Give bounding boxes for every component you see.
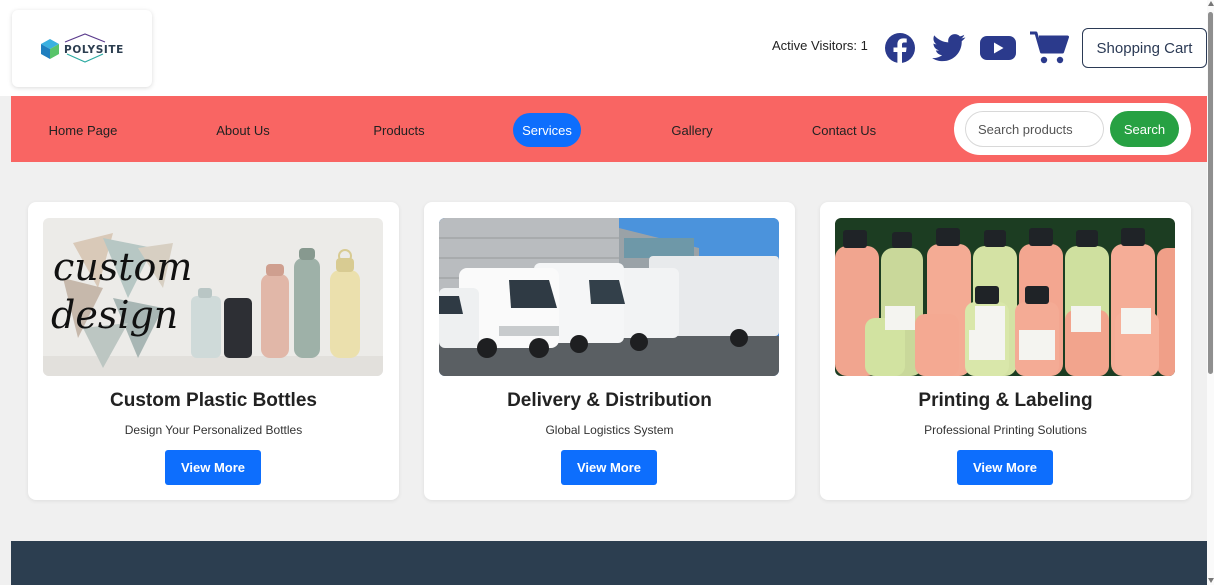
site-header: POLYSITE Active Visitors: 1 Shopping Car…	[0, 0, 1207, 96]
twitter-icon[interactable]	[930, 30, 968, 66]
search-form: Search	[954, 103, 1191, 155]
nav-item-services[interactable]: Services	[513, 113, 581, 147]
logo-inner: POLYSITE	[40, 32, 124, 63]
card-title: Delivery & Distribution	[507, 390, 712, 411]
search-input[interactable]	[965, 111, 1104, 147]
main-nav: Home Page About Us Products Services Gal…	[11, 96, 1207, 162]
scroll-down-arrow-icon[interactable]	[1208, 578, 1214, 583]
logo-diamond-icon	[64, 32, 106, 63]
card-subtitle: Professional Printing Solutions	[924, 423, 1087, 437]
card-title: Printing & Labeling	[918, 390, 1093, 411]
service-card-custom-bottles: custom design Custom Plastic Bottles Des…	[28, 202, 399, 500]
labeled-bottles-image	[835, 218, 1175, 376]
page: POLYSITE Active Visitors: 1 Shopping Car…	[0, 0, 1207, 585]
nav-item-contact[interactable]: Contact Us	[808, 113, 880, 147]
nav-item-gallery[interactable]: Gallery	[661, 113, 723, 147]
service-card-printing: Printing & Labeling Professional Printin…	[820, 202, 1191, 500]
shopping-cart-button[interactable]: Shopping Cart	[1082, 28, 1207, 68]
shopping-cart-icon[interactable]	[1028, 30, 1070, 66]
logo[interactable]: POLYSITE	[12, 10, 152, 87]
search-button[interactable]: Search	[1110, 111, 1179, 147]
facebook-icon[interactable]	[883, 30, 917, 66]
image-text-custom: custom	[53, 245, 192, 289]
youtube-icon[interactable]	[978, 30, 1018, 66]
logo-cube-icon	[41, 38, 60, 59]
scroll-up-arrow-icon[interactable]	[1208, 1, 1214, 6]
delivery-vans-image	[439, 218, 779, 376]
custom-bottles-image: custom design	[43, 218, 383, 376]
card-subtitle: Design Your Personalized Bottles	[124, 423, 303, 437]
scrollbar-thumb[interactable]	[1208, 12, 1213, 374]
active-visitors-count: Active Visitors: 1	[772, 38, 868, 53]
card-title: Custom Plastic Bottles	[110, 390, 317, 411]
service-card-delivery: Delivery & Distribution Global Logistics…	[424, 202, 795, 500]
image-text-design: design	[51, 293, 178, 337]
page-scrollbar[interactable]	[1207, 0, 1214, 585]
nav-item-about[interactable]: About Us	[207, 113, 279, 147]
card-subtitle: Global Logistics System	[545, 423, 674, 437]
site-footer	[11, 541, 1207, 585]
nav-item-products[interactable]: Products	[363, 113, 435, 147]
view-more-button[interactable]: View More	[165, 450, 261, 485]
view-more-button[interactable]: View More	[957, 450, 1053, 485]
view-more-button[interactable]: View More	[561, 450, 657, 485]
nav-item-home[interactable]: Home Page	[41, 113, 125, 147]
